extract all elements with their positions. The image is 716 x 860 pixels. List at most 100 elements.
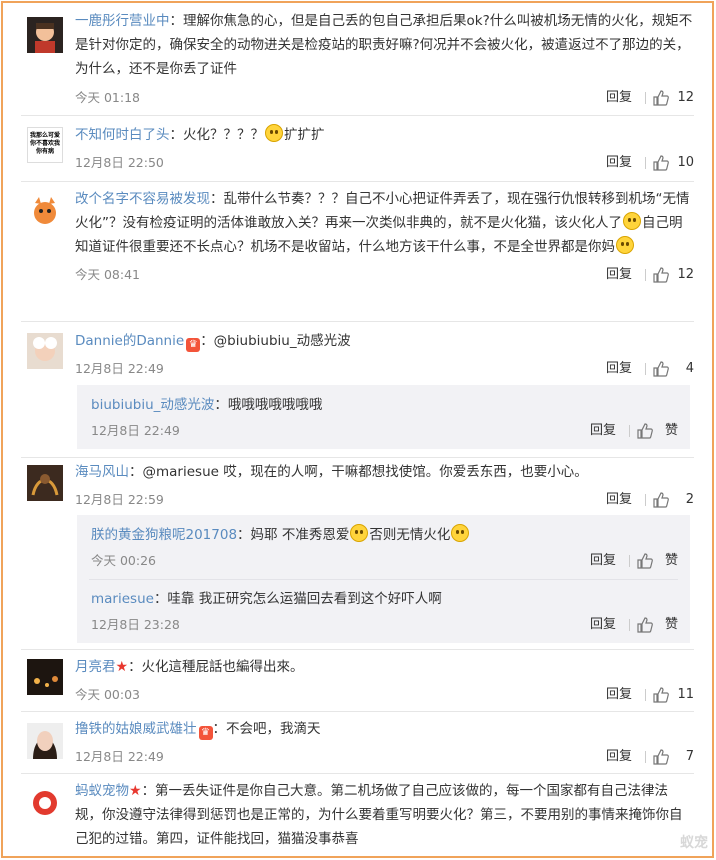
thumbs-up-icon — [653, 749, 669, 765]
like-count: 4 — [685, 361, 694, 376]
username-link[interactable]: 朕的黄金狗粮呢201708 — [91, 527, 237, 543]
thumbs-up-icon — [653, 267, 669, 283]
like-button[interactable]: 赞 — [636, 549, 678, 573]
avatar[interactable] — [27, 465, 63, 501]
action-separator — [645, 494, 646, 506]
divider — [21, 773, 694, 774]
like-count: 12 — [677, 90, 694, 105]
action-separator — [645, 689, 646, 701]
avatar[interactable] — [27, 659, 63, 695]
laughing-emoji-icon — [451, 524, 470, 542]
username-link[interactable]: 月亮君 — [75, 659, 116, 675]
like-button[interactable]: 2 — [652, 488, 694, 512]
comment-text: 不知何时白了头：火化？？？？ 扩扩扩 — [75, 123, 694, 147]
avatar[interactable] — [27, 193, 63, 229]
reply-text: 朕的黄金狗粮呢201708：妈耶 不准秀恩爱 否则无情火化 — [91, 523, 678, 547]
like-button[interactable]: 10 — [652, 151, 694, 175]
comment-panel: 一鹿彤行营业中：理解你焦急的心，但是自己丢的包自己承担后果ok?什么叫被机场无情… — [1, 1, 714, 858]
vip-star-icon: ★ — [129, 783, 142, 799]
fan-badge-icon: ♛ — [198, 726, 213, 740]
avatar[interactable] — [27, 785, 63, 821]
comment-text: 一鹿彤行营业中：理解你焦急的心，但是自己丢的包自己承担后果ok?什么叫被机场无情… — [75, 13, 693, 77]
reply-button[interactable]: 回复 — [590, 419, 616, 443]
comment-text: 撸铁的姑娘威武雄壮 ♛ ：不会吧，我滴天 — [75, 721, 321, 740]
reply-button[interactable]: 回复 — [606, 86, 632, 110]
action-separator — [645, 363, 646, 375]
username-link[interactable]: 不知何时白了头 — [75, 127, 170, 143]
like-button[interactable]: 赞 — [636, 419, 678, 443]
reply-button[interactable]: 回复 — [606, 357, 632, 381]
watermark-logo: 蚁宠 — [680, 835, 708, 851]
reply-button[interactable]: 回复 — [606, 151, 632, 175]
username-link[interactable]: 海马风山 — [75, 464, 129, 480]
like-count: 10 — [677, 155, 694, 170]
like-count: 赞 — [664, 423, 678, 438]
comment-text: 月亮君★：火化這種屁話也編得出來。 — [75, 659, 304, 675]
divider — [21, 181, 694, 182]
reply-button[interactable]: 回复 — [606, 488, 632, 512]
reply-text: biubiubiu_动感光波：哦哦哦哦哦哦哦 — [91, 397, 323, 413]
username-link[interactable]: Dannie的Dannie — [75, 333, 184, 349]
like-count: 赞 — [664, 617, 678, 632]
thumbs-up-icon — [653, 492, 669, 508]
like-button[interactable]: 11 — [652, 683, 694, 707]
avatar[interactable]: 我那么可爱 你不喜欢我 你有病 — [27, 127, 63, 163]
avatar[interactable] — [27, 17, 63, 53]
reply-thread: biubiubiu_动感光波：哦哦哦哦哦哦哦 12月8日 22:49 回复 赞 — [77, 385, 690, 449]
like-button[interactable]: 12 — [652, 86, 694, 110]
comment-text: 蚂蚁宠物★：第一丢失证件是你自己大意。第二机场做了自己应该做的，每一个国家都有自… — [75, 783, 683, 847]
reply-text: mariesue：哇靠 我正研究怎么运猫回去看到这个好吓人啊 — [91, 591, 442, 607]
vip-star-icon: ★ — [115, 659, 129, 675]
reply-thread: 朕的黄金狗粮呢201708：妈耶 不准秀恩爱 否则无情火化 今天 00:26 回复… — [77, 515, 690, 643]
action-separator — [629, 619, 630, 631]
like-count: 7 — [685, 749, 694, 764]
action-separator — [645, 157, 646, 169]
action-separator — [645, 92, 646, 104]
laughing-emoji-icon — [350, 524, 369, 542]
like-count: 2 — [685, 492, 694, 507]
action-separator — [629, 425, 630, 437]
action-separator — [645, 269, 646, 281]
divider — [21, 649, 694, 650]
action-separator — [645, 751, 646, 763]
reply-button[interactable]: 回复 — [606, 683, 632, 707]
username-link[interactable]: 改个名字不容易被发现 — [75, 191, 210, 207]
like-button[interactable]: 12 — [652, 263, 694, 287]
like-count: 11 — [677, 687, 694, 702]
username-link[interactable]: 撸铁的姑娘威武雄壮 — [75, 721, 197, 737]
reply-button[interactable]: 回复 — [590, 613, 616, 637]
like-button[interactable]: 4 — [652, 357, 694, 381]
like-count: 赞 — [664, 553, 678, 568]
action-separator — [629, 555, 630, 567]
username-link[interactable]: mariesue — [91, 591, 154, 607]
like-count: 12 — [677, 267, 694, 282]
thumbs-up-icon — [637, 553, 653, 569]
divider — [21, 321, 694, 322]
comment-text: 改个名字不容易被发现：乱带什么节奏？？？自己不小心把证件弄丢了，现在强行仇恨转移… — [75, 191, 690, 255]
comment-text: 海马风山：@mariesue 哎，现在的人啊，干嘛都想找使馆。你爱丢东西，也要小… — [75, 464, 588, 480]
divider — [21, 457, 694, 458]
reply-button[interactable]: 回复 — [606, 263, 632, 287]
username-link[interactable]: biubiubiu_动感光波 — [91, 397, 214, 413]
avatar[interactable] — [27, 333, 63, 369]
emoji-icon — [623, 212, 641, 230]
thumbs-up-icon — [637, 423, 653, 439]
username-link[interactable]: 一鹿彤行营业中 — [75, 13, 170, 29]
username-link[interactable]: 蚂蚁宠物 — [75, 783, 129, 799]
divider — [89, 579, 678, 580]
avatar[interactable] — [27, 723, 63, 759]
avatar-text: 我那么可爱 你不喜欢我 你有病 — [29, 132, 60, 155]
reply-button[interactable]: 回复 — [606, 745, 632, 769]
thumbs-up-icon — [653, 155, 669, 171]
reply-button[interactable]: 回复 — [590, 549, 616, 573]
thumbs-up-icon — [653, 687, 669, 703]
emoji-icon — [265, 124, 283, 142]
thumbs-up-icon — [637, 617, 653, 633]
emoji-icon — [616, 236, 634, 254]
like-button[interactable]: 7 — [652, 745, 694, 769]
fan-badge-icon: ♛ — [186, 338, 201, 352]
thumbs-up-icon — [653, 361, 669, 377]
comment-text: Dannie的Dannie ♛ ：@biubiubiu_动感光波 — [75, 333, 351, 352]
thumbs-up-icon — [653, 90, 669, 106]
like-button[interactable]: 赞 — [636, 613, 678, 637]
